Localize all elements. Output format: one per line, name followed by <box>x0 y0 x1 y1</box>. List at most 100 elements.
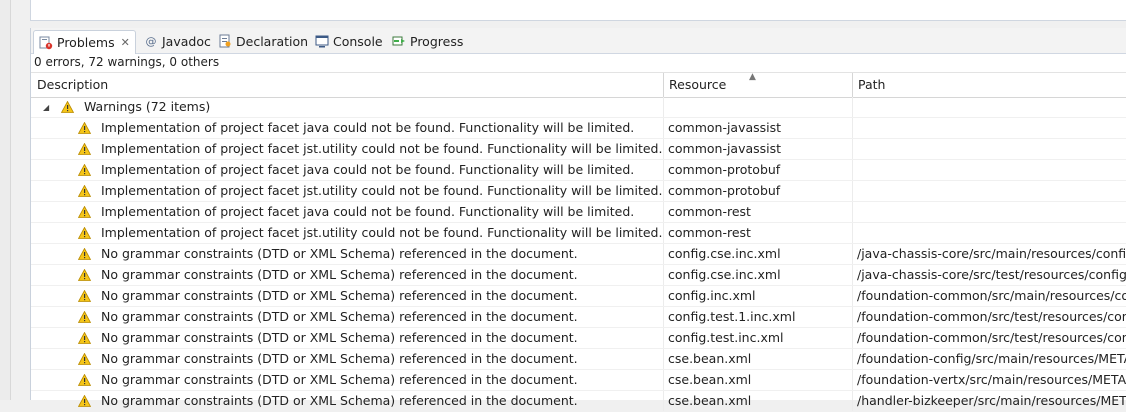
description-cell: No grammar constraints (DTD or XML Schem… <box>78 286 663 306</box>
resource-cell: common-javassist <box>668 139 850 159</box>
tab-problems[interactable]: Problems ✕ <box>33 30 136 54</box>
cell-divider <box>663 223 664 243</box>
resource-cell: config.test.1.inc.xml <box>668 307 850 327</box>
table-row[interactable]: Implementation of project facet java cou… <box>31 202 1126 223</box>
path-cell: /foundation-vertx/src/main/resources/MET… <box>857 370 1126 390</box>
column-label: Resource <box>669 77 727 92</box>
resource-cell: cse.bean.xml <box>668 349 850 369</box>
resource-cell: common-javassist <box>668 118 850 138</box>
column-header-description[interactable]: Description <box>31 73 663 97</box>
table-row[interactable]: No grammar constraints (DTD or XML Schem… <box>31 349 1126 370</box>
tab-progress[interactable]: Progress <box>387 30 468 52</box>
table-row[interactable]: No grammar constraints (DTD or XML Schem… <box>31 286 1126 307</box>
cell-divider <box>852 307 853 327</box>
path-cell <box>857 118 1126 138</box>
warning-icon <box>78 205 91 218</box>
description-cell: Implementation of project facet java cou… <box>78 160 663 180</box>
column-header-path[interactable]: Path <box>852 73 1126 97</box>
warning-icon <box>78 142 91 155</box>
cell-divider <box>852 223 853 243</box>
tab-console[interactable]: Console <box>310 30 388 52</box>
table-row[interactable]: Implementation of project facet jst.util… <box>31 139 1126 160</box>
warning-icon <box>78 310 91 323</box>
description-text: No grammar constraints (DTD or XML Schem… <box>100 330 578 345</box>
cell-divider <box>663 349 664 369</box>
path-text: /foundation-common/src/test/resources/co… <box>857 330 1126 345</box>
description-cell: Implementation of project facet java cou… <box>78 202 663 222</box>
declaration-icon <box>218 34 232 48</box>
table-row[interactable]: No grammar constraints (DTD or XML Schem… <box>31 391 1126 412</box>
tab-declaration[interactable]: Declaration <box>213 30 313 52</box>
path-text: /java-chassis-core/src/test/resources/co… <box>857 267 1126 282</box>
table-row[interactable]: Implementation of project facet java cou… <box>31 160 1126 181</box>
warning-icon <box>78 352 91 365</box>
expanded-triangle-icon[interactable]: ◢ <box>43 98 53 118</box>
cell-divider <box>852 391 853 411</box>
path-cell: /java-chassis-core/src/main/resources/co… <box>857 244 1126 264</box>
warning-icon <box>60 100 74 113</box>
resource-text: common-rest <box>668 225 751 240</box>
description-cell: Implementation of project facet jst.util… <box>78 139 663 159</box>
description-text: No grammar constraints (DTD or XML Schem… <box>100 351 578 366</box>
path-text: /foundation-common/src/test/resources/co… <box>857 309 1126 324</box>
tab-javadoc[interactable]: @ Javadoc <box>139 30 216 52</box>
resource-cell: config.test.inc.xml <box>668 328 850 348</box>
cell-divider <box>663 202 664 222</box>
cell-divider <box>852 286 853 306</box>
cell-divider <box>852 139 853 159</box>
table-row[interactable]: Implementation of project facet jst.util… <box>31 181 1126 202</box>
description-cell: Implementation of project facet jst.util… <box>78 223 663 243</box>
at-icon: @ <box>145 34 157 48</box>
path-cell <box>857 223 1126 243</box>
warning-icon <box>78 268 91 281</box>
description-text: No grammar constraints (DTD or XML Schem… <box>100 393 578 408</box>
resource-text: cse.bean.xml <box>668 393 752 408</box>
path-cell: /java-chassis-core/src/test/resources/co… <box>857 265 1126 285</box>
resource-text: config.cse.inc.xml <box>668 267 781 282</box>
table-row[interactable]: No grammar constraints (DTD or XML Schem… <box>31 328 1126 349</box>
path-cell <box>857 202 1126 222</box>
description-text: No grammar constraints (DTD or XML Schem… <box>100 288 578 303</box>
group-row-warnings[interactable]: ◢ Warnings (72 items) <box>31 97 1126 118</box>
path-cell: /foundation-common/src/test/resources/co… <box>857 328 1126 348</box>
cell-divider <box>663 391 664 411</box>
cell-divider <box>663 139 664 159</box>
table-row[interactable]: No grammar constraints (DTD or XML Schem… <box>31 307 1126 328</box>
description-cell: No grammar constraints (DTD or XML Schem… <box>78 328 663 348</box>
path-cell <box>857 181 1126 201</box>
view-tab-bar: Problems ✕ @ Javadoc Declaration Console… <box>31 28 1126 54</box>
path-cell <box>857 139 1126 159</box>
table-row[interactable]: No grammar constraints (DTD or XML Schem… <box>31 265 1126 286</box>
description-text: Implementation of project facet jst.util… <box>100 183 663 198</box>
table-row[interactable]: Implementation of project facet java cou… <box>31 118 1126 139</box>
cell-divider <box>852 370 853 390</box>
description-text: Implementation of project facet jst.util… <box>100 225 663 240</box>
left-gutter <box>0 0 11 400</box>
table-row[interactable]: No grammar constraints (DTD or XML Schem… <box>31 244 1126 265</box>
description-text: No grammar constraints (DTD or XML Schem… <box>100 246 578 261</box>
description-text: No grammar constraints (DTD or XML Schem… <box>100 267 578 282</box>
warning-icon <box>78 163 91 176</box>
close-icon[interactable]: ✕ <box>121 36 130 49</box>
cell-divider <box>663 181 664 201</box>
warning-icon <box>78 289 91 302</box>
table-row[interactable]: No grammar constraints (DTD or XML Schem… <box>31 370 1126 391</box>
column-header-resource[interactable]: Resource ▲ <box>663 72 852 97</box>
resource-cell: config.cse.inc.xml <box>668 265 850 285</box>
description-text: Implementation of project facet java cou… <box>100 120 635 135</box>
tab-label: Problems <box>57 35 115 50</box>
resource-cell: cse.bean.xml <box>668 391 850 411</box>
problems-icon <box>39 36 53 50</box>
resource-text: common-rest <box>668 204 751 219</box>
resource-text: common-protobuf <box>668 183 781 198</box>
description-cell: No grammar constraints (DTD or XML Schem… <box>78 307 663 327</box>
description-text: No grammar constraints (DTD or XML Schem… <box>100 309 578 324</box>
problems-view: Problems ✕ @ Javadoc Declaration Console… <box>30 28 1126 412</box>
sort-ascending-icon: ▲ <box>749 72 756 82</box>
cell-divider <box>663 370 664 390</box>
resource-text: common-javassist <box>668 120 782 135</box>
resource-text: common-protobuf <box>668 162 781 177</box>
resource-cell: common-protobuf <box>668 181 850 201</box>
table-row[interactable]: Implementation of project facet jst.util… <box>31 223 1126 244</box>
path-cell: /foundation-config/src/main/resources/ME… <box>857 349 1126 369</box>
